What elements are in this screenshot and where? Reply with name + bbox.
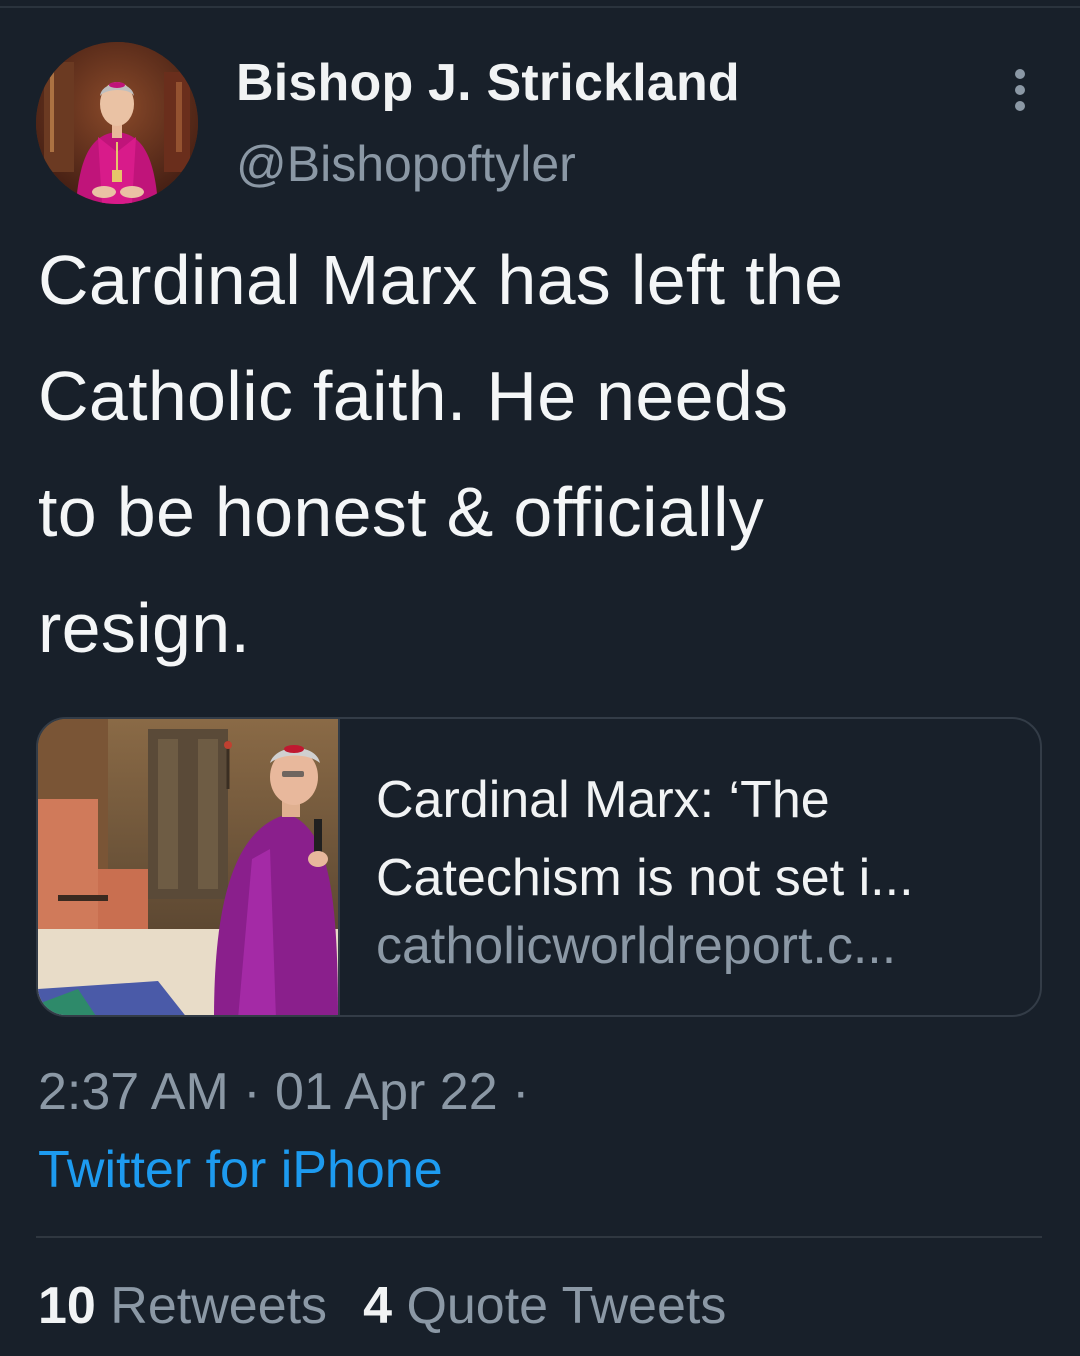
link-card-thumbnail <box>38 719 340 1015</box>
link-card-title: Cardinal Marx: ‘The Catechism is not set… <box>376 761 914 917</box>
stats-divider <box>36 1236 1042 1238</box>
more-options-button[interactable] <box>1000 66 1040 114</box>
cardinal-photo-icon <box>38 719 338 1015</box>
tweet-text-line: resign. <box>38 589 251 667</box>
tweet-text-line: Catholic faith. He needs <box>38 357 789 435</box>
tweet-text-line: Cardinal Marx has left the <box>38 241 844 319</box>
link-card-domain: catholicworldreport.c... <box>376 917 897 975</box>
link-card-title-line: Cardinal Marx: ‘The <box>376 771 830 829</box>
vertical-ellipsis-icon <box>1015 69 1025 111</box>
author-avatar[interactable] <box>36 42 198 204</box>
tweet-text-line: to be honest & officially <box>38 473 765 551</box>
profile-photo-icon <box>36 42 198 204</box>
link-preview-card[interactable]: Cardinal Marx: ‘The Catechism is not set… <box>36 717 1042 1017</box>
quote-tweets-count: 4 <box>363 1277 392 1335</box>
top-divider <box>0 6 1080 8</box>
tweet-text: Cardinal Marx has left the Catholic fait… <box>38 222 1048 686</box>
tweet-timestamp[interactable]: 2:37 AM · 01 Apr 22 · <box>38 1060 529 1124</box>
link-card-title-line: Catechism is not set i... <box>376 849 914 907</box>
tweet-detail-page: Bishop J. Strickland @Bishopoftyler Card… <box>0 0 1080 1356</box>
retweets-count: 10 <box>38 1277 96 1335</box>
author-display-name[interactable]: Bishop J. Strickland <box>236 52 740 114</box>
retweets-label: Retweets <box>110 1277 328 1335</box>
quote-tweets-label: Quote Tweets <box>406 1277 727 1335</box>
retweets-stat[interactable]: 10 Retweets <box>38 1277 327 1335</box>
tweet-source-link[interactable]: Twitter for iPhone <box>38 1138 443 1202</box>
engagement-stats: 10 Retweets 4 Quote Tweets <box>38 1274 762 1338</box>
author-handle[interactable]: @Bishopoftyler <box>236 134 576 194</box>
quote-tweets-stat[interactable]: 4 Quote Tweets <box>363 1277 726 1335</box>
